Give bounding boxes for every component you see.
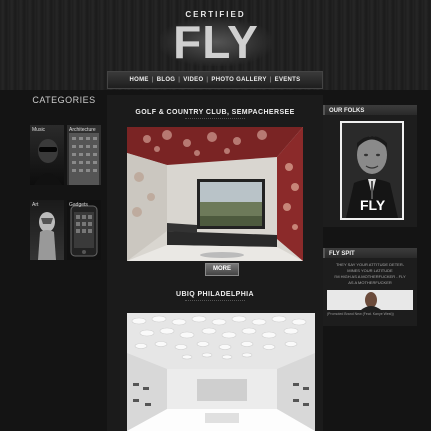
category-label: Art [32, 202, 39, 208]
categories-sidebar: CATEGORIES [25, 95, 103, 105]
spit-quote: THEY SAY YOUR ATTITUDE DETER- MINES YOUR… [323, 258, 417, 286]
artist-photo [327, 290, 413, 310]
spit-credit[interactable]: (Promoted Brand New (Feat. Kanye West)) [327, 312, 413, 316]
nav-separator: | [269, 77, 272, 83]
building-photo-icon [69, 133, 99, 185]
phone-photo-icon [70, 205, 98, 257]
post-image[interactable] [127, 313, 315, 431]
post-title[interactable]: UBIQ PHILADELPHIA [107, 291, 323, 298]
category-architecture[interactable]: Architecture [67, 125, 101, 185]
main-content: GOLF & COUNTRY CLUB, SEMPACHERSEE MORE U… [107, 95, 323, 431]
statue-photo-icon [38, 212, 56, 260]
categories-heading: CATEGORIES [32, 95, 96, 105]
post-header: UBIQ PHILADELPHIA [107, 291, 323, 304]
spit-artist-banner[interactable] [327, 290, 413, 310]
portrait-card[interactable]: FLY [340, 121, 404, 220]
nav-separator: | [178, 77, 181, 83]
category-music[interactable]: Music [30, 125, 64, 185]
musician-photo-icon [34, 139, 62, 185]
category-art[interactable]: Art [30, 200, 64, 260]
nav-separator: | [206, 77, 209, 83]
nav-blog[interactable]: BLOG [157, 77, 176, 83]
category-label: Music [32, 127, 46, 133]
quote-line: AS A MOTHERFUCKER [348, 280, 392, 285]
nav-separator: | [151, 77, 154, 83]
category-label: Architecture [69, 127, 96, 133]
our-folks-widget: FLY [323, 115, 417, 227]
more-button[interactable]: MORE [205, 263, 239, 276]
nav-home[interactable]: HOME [130, 77, 149, 83]
site-logo[interactable]: FLY [160, 18, 272, 66]
interior-photo [127, 127, 303, 261]
main-nav: HOME | BLOG | VIDEO | PHOTO GALLERY | EV… [107, 71, 323, 89]
store-interior-photo [127, 313, 315, 431]
post-header: GOLF & COUNTRY CLUB, SEMPACHERSEE [107, 109, 323, 122]
post-divider [185, 300, 245, 304]
category-label: Gadgets [69, 202, 88, 208]
category-gadgets[interactable]: Gadgets [67, 200, 101, 260]
post-image[interactable] [127, 127, 303, 261]
nav-photo-gallery[interactable]: PHOTO GALLERY [211, 77, 266, 83]
nav-video[interactable]: VIDEO [183, 77, 203, 83]
fly-badge: FLY [360, 197, 386, 213]
post-title[interactable]: GOLF & COUNTRY CLUB, SEMPACHERSEE [107, 109, 323, 116]
fly-spit-widget: THEY SAY YOUR ATTITUDE DETER- MINES YOUR… [323, 258, 417, 326]
nav-events[interactable]: EVENTS [275, 77, 301, 83]
post-divider [185, 118, 245, 122]
